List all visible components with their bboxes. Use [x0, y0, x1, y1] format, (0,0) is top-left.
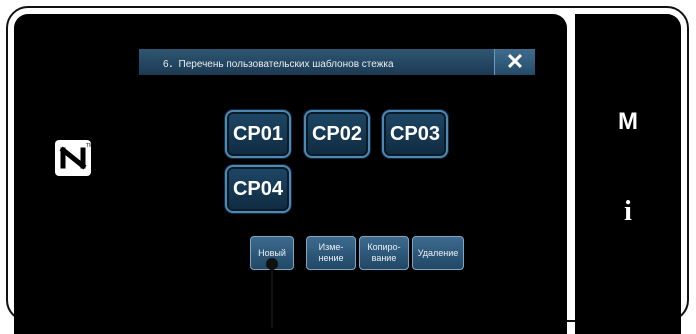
nfc-icon: TM [55, 140, 93, 176]
pattern-button-cp04[interactable]: CP04 [225, 165, 291, 213]
pattern-button-cp01[interactable]: CP01 [225, 110, 291, 158]
new-button-label: Новый [258, 247, 286, 258]
dialog-header: 6．Перечень пользовательских шаблонов сте… [139, 49, 535, 75]
close-icon: ✕ [505, 49, 525, 74]
copy-button-label-1: Копиро- [367, 242, 401, 252]
delete-button[interactable]: Удаление [412, 236, 464, 270]
close-button[interactable]: ✕ [494, 49, 535, 75]
dialog-title: 6．Перечень пользовательских шаблонов сте… [163, 59, 394, 70]
pattern-button-cp03[interactable]: CP03 [382, 110, 448, 158]
edit-button-label-2: нение [318, 253, 344, 263]
mode-button[interactable]: M [575, 108, 681, 136]
edit-button[interactable]: Изме- нение [306, 236, 356, 270]
copy-button[interactable]: Копиро- вание [359, 236, 409, 270]
side-panel: M i [575, 14, 681, 334]
callout-dot [266, 258, 278, 270]
pattern-button-cp02[interactable]: CP02 [304, 110, 370, 158]
delete-button-label: Удаление [417, 247, 459, 258]
info-button[interactable]: i [575, 196, 681, 228]
copy-button-label-2: вание [371, 253, 397, 263]
callout-line [271, 263, 273, 328]
edit-button-label-1: Изме- [318, 242, 344, 252]
svg-text:TM: TM [86, 143, 93, 149]
